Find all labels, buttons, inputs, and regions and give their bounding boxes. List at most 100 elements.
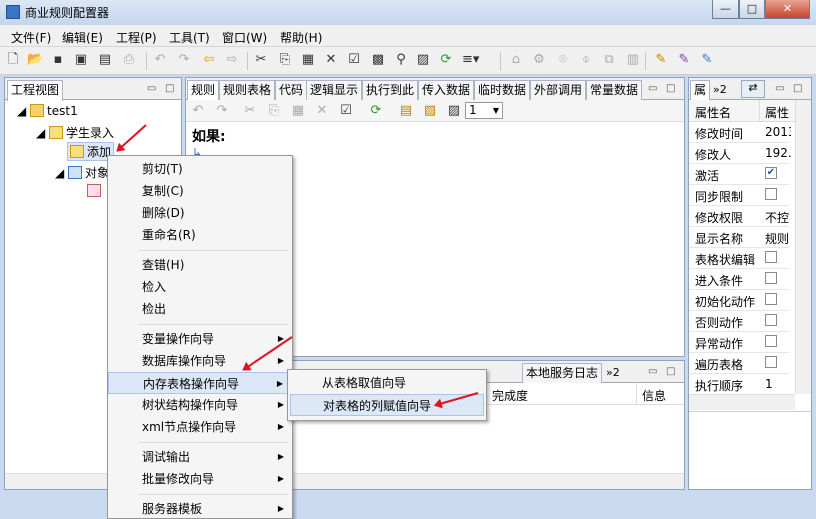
find-icon[interactable]: ⚲ [393, 52, 409, 68]
menu-tools[interactable]: 工具(T) [169, 29, 210, 46]
menu-item-debug-output[interactable]: 调试输出 ▶ [108, 446, 292, 468]
menu-item-rename[interactable]: 重命名(R) [108, 224, 292, 246]
close-button[interactable]: ✕ [765, 0, 810, 19]
panel-minimize-icon[interactable]: ▭ [775, 83, 784, 94]
property-checkbox[interactable] [765, 356, 777, 368]
wizard2-icon[interactable]: ✎ [676, 52, 692, 68]
tab-rule-table[interactable]: 规则表格 [219, 80, 276, 100]
minimize-button[interactable]: — [712, 0, 739, 19]
property-row[interactable]: 异常动作 [689, 332, 789, 353]
property-row[interactable]: 否则动作 [689, 311, 789, 332]
unlock-icon[interactable]: ⌽ [578, 52, 594, 68]
menu-item-xml-wizard[interactable]: xml节点操作向导 ▶ [108, 416, 292, 438]
undo-icon[interactable]: ↶ [152, 52, 168, 68]
tree-table[interactable] [87, 184, 104, 198]
delete-icon[interactable]: ✕ [323, 52, 339, 68]
deploy-icon[interactable]: ▨ [415, 52, 431, 68]
menu-item-tree-wizard[interactable]: 树状结构操作向导 ▶ [108, 394, 292, 416]
panel-minimize-icon[interactable]: ▭ [648, 83, 657, 94]
print-icon[interactable]: ⎙ [121, 52, 137, 68]
property-row[interactable]: 修改权限 不控 [689, 206, 789, 227]
check-icon[interactable]: ☑ [338, 103, 354, 119]
menu-item-delete[interactable]: 删除(D) [108, 202, 292, 224]
menu-item-check-in[interactable]: 检入 [108, 276, 292, 298]
lock-icon[interactable]: ⌾ [555, 52, 571, 68]
copy-icon[interactable]: ⎘ [277, 52, 293, 68]
menu-item-copy[interactable]: 复制(C) [108, 180, 292, 202]
menu-item-variable-wizard[interactable]: 变量操作向导 ▶ [108, 328, 292, 350]
menu-file[interactable]: 文件(F) [11, 29, 51, 46]
cut-icon[interactable]: ✂ [253, 52, 269, 68]
gear-icon[interactable]: ⚙ [531, 52, 547, 68]
refresh-icon[interactable]: ⟳ [438, 52, 454, 68]
tab-code[interactable]: 代码 [275, 80, 308, 100]
menu-help[interactable]: 帮助(H) [280, 29, 322, 46]
menu-project[interactable]: 工程(P) [116, 29, 157, 46]
submenu-item-assign-table-column[interactable]: 对表格的列赋值向导 [290, 394, 484, 416]
property-checkbox[interactable] [765, 293, 777, 305]
menu-item-server-template[interactable]: 服务器模板 ▶ [108, 498, 292, 519]
panel-maximize-icon[interactable]: □ [666, 83, 675, 94]
properties-vscrollbar[interactable] [795, 100, 811, 394]
tab-logic-view[interactable]: 逻辑显示 [306, 80, 363, 100]
property-row[interactable]: 同步限制 [689, 185, 789, 206]
menu-item-cut[interactable]: 剪切(T) [108, 158, 292, 180]
property-checkbox[interactable] [765, 272, 777, 284]
home-icon[interactable]: ⌂ [508, 52, 524, 68]
redo-icon[interactable]: ↷ [214, 103, 230, 119]
open-icon[interactable]: 📂 [27, 52, 43, 68]
tab-temp-data[interactable]: 临时数据 [474, 80, 531, 100]
copy-icon[interactable]: ⎘ [266, 103, 282, 119]
property-row[interactable]: 初始化动作 [689, 290, 789, 311]
property-row[interactable]: 激活 ✔ [689, 164, 789, 185]
panel-minimize-icon[interactable]: ▭ [648, 366, 657, 377]
paste-icon[interactable]: ▦ [290, 103, 306, 119]
submenu-item-get-from-table[interactable]: 从表格取值向导 [290, 372, 484, 394]
tab-properties[interactable]: 属 [690, 80, 711, 101]
undo-icon[interactable]: ↶ [190, 103, 206, 119]
menu-item-batch-wizard[interactable]: 批量修改向导 ▶ [108, 468, 292, 490]
sync-icon[interactable]: ⇄ [741, 80, 765, 98]
level-combo[interactable]: 1 ▼ [465, 102, 503, 119]
property-checkbox[interactable] [765, 251, 777, 263]
library-icon[interactable]: ▥ [625, 52, 641, 68]
panel-maximize-icon[interactable]: □ [793, 83, 802, 94]
panel-maximize-icon[interactable]: □ [666, 366, 675, 377]
tab-project-view[interactable]: 工程视图 [7, 80, 64, 101]
redo-icon[interactable]: ↷ [176, 52, 192, 68]
tab-overflow[interactable]: »2 [713, 83, 727, 96]
tab-local-service-log[interactable]: 本地服务日志 [522, 363, 603, 383]
column-property-value[interactable]: 属性 [765, 104, 793, 121]
property-row[interactable]: 显示名称 规则 [689, 227, 789, 248]
column-progress[interactable]: 完成度 [492, 387, 528, 404]
rule-condition-text[interactable]: 如果: [192, 126, 226, 146]
property-checkbox[interactable]: ✔ [765, 167, 777, 179]
refresh-icon[interactable]: ⟳ [368, 103, 384, 119]
save-copy-icon[interactable]: ▤ [97, 52, 113, 68]
tab-input-data[interactable]: 传入数据 [418, 80, 475, 100]
menu-item-memory-table-wizard[interactable]: 内存表格操作向导 ▶ [108, 372, 292, 394]
property-row[interactable]: 执行顺序 1 [689, 374, 789, 394]
build-icon[interactable]: ▩ [370, 52, 386, 68]
tree-object[interactable]: ◢ 对象 [55, 164, 109, 181]
save-all-icon[interactable]: ▣ [73, 52, 89, 68]
check-icon[interactable]: ☑ [346, 52, 362, 68]
tab-overflow[interactable]: »2 [606, 366, 620, 379]
property-row[interactable]: 修改人 192. [689, 143, 791, 164]
property-row[interactable]: 表格状编辑 [689, 248, 789, 269]
tree-root[interactable]: ◢ test1 [17, 104, 78, 118]
tab-external-call[interactable]: 外部调用 [530, 80, 587, 100]
doc-icon[interactable]: ▤ [398, 103, 414, 119]
tab-constant-data[interactable]: 常量数据 [586, 80, 643, 100]
column-info[interactable]: 信息 [642, 387, 666, 404]
delete-icon[interactable]: ✕ [314, 103, 330, 119]
column-property-name[interactable]: 属性名 [695, 104, 731, 121]
forward-icon[interactable]: ⇨ [224, 52, 240, 68]
paste-icon[interactable]: ▦ [300, 52, 316, 68]
tab-rule[interactable]: 规则 [187, 80, 220, 101]
save-icon[interactable]: ▪ [50, 52, 66, 68]
indent-dropdown-icon[interactable]: ≡▾ [462, 52, 479, 68]
menu-item-error-check[interactable]: 查错(H) [108, 254, 292, 276]
panel-minimize-icon[interactable]: ▭ [147, 83, 156, 94]
property-row[interactable]: 进入条件 [689, 269, 789, 290]
